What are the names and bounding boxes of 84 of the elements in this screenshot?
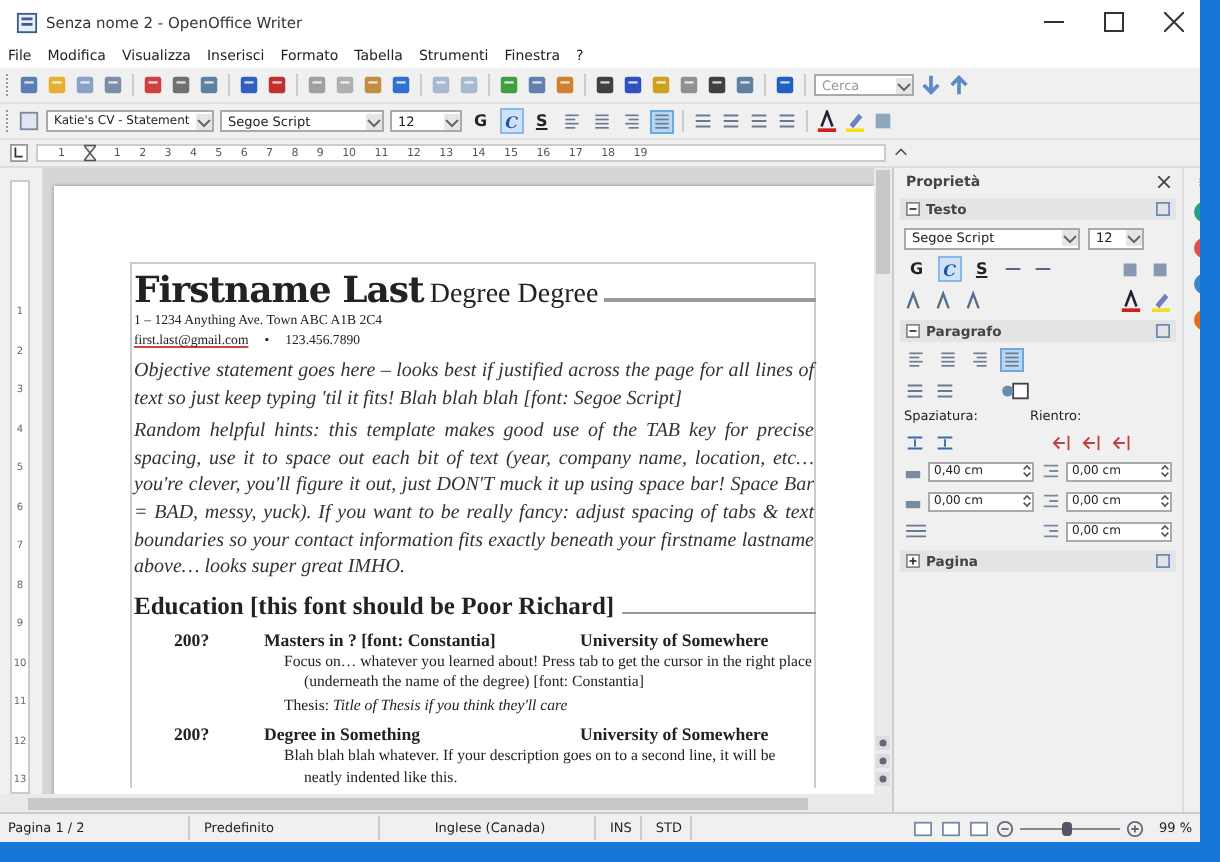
paragraph: Random helpful hints: this template makes good use of the TAB key for precise spacing, use it to space out each bit of text (year, company name, location, etc… you're clever, you'll figure it out, just DON'T muck it up using space bar! Space Bar = BAD, messy, yuck). If you want to be really fancy: adjust spacing of tabs & text boundaries so your contact information fits exactly beneath your firstname lastname above… looks super great IMHO. xyxy=(134,418,814,582)
caret-icon[interactable] xyxy=(366,113,382,129)
expander-icon[interactable] xyxy=(906,324,920,338)
arrow-up-icon[interactable] xyxy=(948,74,970,96)
increase-indent-icon[interactable] xyxy=(1052,431,1074,453)
horizontal-scrollbar[interactable] xyxy=(0,794,892,812)
arrow-down-icon[interactable] xyxy=(920,74,942,96)
font-color-icon[interactable] xyxy=(1120,289,1142,311)
indent-icon[interactable] xyxy=(775,110,798,132)
format-toggle[interactable]: S xyxy=(969,256,994,282)
expander-icon[interactable] xyxy=(906,554,920,568)
navigation-icon[interactable] xyxy=(876,754,890,768)
degree-title: Masters in ? [font: Constantia] xyxy=(264,629,498,650)
degrees-text: Degree Degree xyxy=(429,280,599,312)
paint-bucket-icon[interactable] xyxy=(1000,379,1030,401)
format-toggle[interactable]: C xyxy=(937,256,962,282)
highlighter-icon[interactable] xyxy=(1150,289,1172,311)
scrollbar-thumb[interactable] xyxy=(28,797,808,809)
scroll-up-icon[interactable] xyxy=(894,146,908,160)
format-toggle[interactable]: G xyxy=(468,108,494,134)
increase-spacing-icon[interactable] xyxy=(904,431,926,453)
caret-icon[interactable] xyxy=(1126,230,1142,246)
previous-page-icon[interactable] xyxy=(876,736,890,750)
decrease-spacing-icon[interactable] xyxy=(934,431,956,453)
format-toggle[interactable]: C xyxy=(499,108,524,134)
numbering-icon[interactable] xyxy=(691,110,714,132)
background-color-icon[interactable] xyxy=(871,110,894,132)
line-spacing-icon[interactable] xyxy=(904,522,930,540)
spin-arrows-icon[interactable] xyxy=(1160,462,1170,480)
spin-arrows-icon[interactable] xyxy=(1160,522,1170,540)
book-view-icon[interactable] xyxy=(968,819,991,837)
caret-icon[interactable] xyxy=(1062,230,1078,246)
close-icon[interactable] xyxy=(1164,12,1184,32)
bullets-icon[interactable] xyxy=(904,379,926,401)
spin-arrows-icon[interactable] xyxy=(1022,492,1032,510)
more-options-icon[interactable] xyxy=(1156,202,1170,216)
numbering-icon[interactable] xyxy=(934,379,956,401)
align-icon[interactable] xyxy=(968,348,992,372)
section-heading: Education [this font should be Poor Richard] xyxy=(134,591,615,622)
align-icon[interactable] xyxy=(559,109,584,133)
year-text: 200? xyxy=(172,724,212,745)
app-icon xyxy=(16,11,38,33)
decrease-indent-icon[interactable] xyxy=(1082,431,1104,453)
caret-icon[interactable] xyxy=(444,113,460,129)
outdent-icon[interactable] xyxy=(747,110,770,132)
school-name: University of Somewhere xyxy=(580,629,769,650)
single-page-icon[interactable] xyxy=(912,819,935,837)
year-text: 200? xyxy=(172,629,212,650)
font-color-icon[interactable] xyxy=(815,110,838,132)
indent-icon xyxy=(1042,492,1060,510)
vertical-scrollbar[interactable] xyxy=(874,168,892,794)
name-heading: Firstname Last xyxy=(134,270,424,312)
align-icon[interactable] xyxy=(904,348,928,372)
indent-marker-icon[interactable] xyxy=(83,144,96,162)
maximize-icon[interactable] xyxy=(1104,12,1124,32)
degree-title: Degree in Something xyxy=(264,724,423,745)
styles-list-icon[interactable] xyxy=(18,110,40,132)
school-name: University of Somewhere xyxy=(580,724,769,745)
format-toggle[interactable]: S xyxy=(529,108,554,134)
indent-icon xyxy=(1042,522,1060,540)
two-page-icon[interactable] xyxy=(940,819,963,837)
next-page-icon[interactable] xyxy=(876,772,890,786)
bullets-icon[interactable] xyxy=(719,110,742,132)
spin-arrows-icon[interactable] xyxy=(1160,492,1170,510)
align-icon[interactable] xyxy=(619,109,644,133)
caret-icon[interactable] xyxy=(196,113,212,129)
close-icon[interactable] xyxy=(1158,176,1170,188)
paragraph: Objective statement goes here – looks best if justified across the page for all lines of text so just keep typing 'til it fits! Blah blah blah [font: Segoe Script] xyxy=(134,358,814,413)
more-options-icon[interactable] xyxy=(1156,554,1170,568)
format-toggle[interactable]: G xyxy=(904,256,930,282)
scrollbar-thumb[interactable] xyxy=(876,170,890,274)
hanging-indent-icon[interactable] xyxy=(1112,431,1134,453)
align-icon[interactable] xyxy=(936,348,960,372)
align-icon[interactable] xyxy=(649,109,674,133)
spin-arrows-icon[interactable] xyxy=(1022,462,1032,480)
align-icon[interactable] xyxy=(589,109,614,133)
more-options-icon[interactable] xyxy=(1156,324,1170,338)
tab-type-icon[interactable] xyxy=(10,144,28,162)
zoom-slider-thumb[interactable] xyxy=(1061,821,1072,835)
caret-icon[interactable] xyxy=(896,77,912,93)
expander-icon[interactable] xyxy=(906,202,920,216)
zoom-in-icon[interactable] xyxy=(1126,819,1145,837)
indent-icon xyxy=(1042,462,1060,480)
zoom-out-icon[interactable] xyxy=(996,819,1015,837)
